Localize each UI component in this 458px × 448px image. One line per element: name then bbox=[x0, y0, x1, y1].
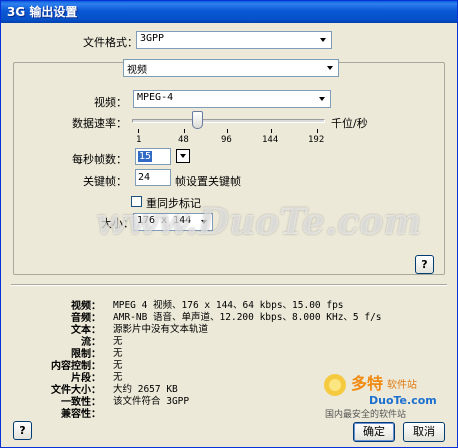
keyframe-field[interactable]: 24 bbox=[135, 169, 171, 186]
summary-value: 源影片中没有文本轨道 bbox=[113, 324, 209, 335]
codec-value: MPEG-4 bbox=[137, 92, 174, 103]
logo-text: 多特 bbox=[351, 374, 383, 393]
divider bbox=[11, 284, 447, 286]
size-label: 大小： bbox=[101, 217, 134, 230]
track-select[interactable]: 视频 bbox=[123, 59, 339, 77]
fps-label: 每秒帧数： bbox=[72, 153, 127, 166]
keyframe-suffix: 帧设置关键帧 bbox=[175, 175, 241, 188]
cancel-button[interactable]: 取消 bbox=[403, 422, 445, 442]
codec-select[interactable]: MPEG-4 bbox=[133, 90, 331, 108]
fps-field[interactable]: 15 bbox=[135, 148, 171, 165]
title-bar: 3G 输出设置 bbox=[1, 1, 457, 23]
tick-label: 144 bbox=[262, 135, 279, 145]
size-select[interactable]: 176 x 144 bbox=[133, 213, 213, 231]
codec-label: 视频： bbox=[94, 96, 127, 109]
summary-key: 兼容性： bbox=[61, 409, 101, 420]
keyframe-label: 关键帧： bbox=[83, 175, 127, 188]
rate-unit: 千位/秒 bbox=[331, 117, 368, 130]
rate-label: 数据速率： bbox=[72, 117, 127, 130]
sync-label: 重同步标记 bbox=[146, 197, 201, 210]
logo-url: DuoTe.com bbox=[369, 394, 437, 407]
tick-mark bbox=[227, 129, 228, 133]
rate-slider-thumb[interactable] bbox=[192, 111, 203, 129]
fps-dropdown-button[interactable] bbox=[176, 149, 190, 163]
tick-label: 192 bbox=[308, 135, 325, 145]
output-settings-dialog: 3G 输出设置 文件格式： 3GPP 视频 视频： MPEG-4 数据速率： 千… bbox=[0, 0, 458, 448]
help-button[interactable]: ? bbox=[13, 421, 32, 440]
chevron-down-icon[interactable] bbox=[322, 60, 338, 76]
tick-label: 48 bbox=[178, 135, 189, 145]
tick-label: 1 bbox=[136, 135, 142, 145]
format-value: 3GPP bbox=[140, 33, 165, 44]
chevron-down-icon[interactable] bbox=[315, 32, 331, 48]
chevron-down-icon[interactable] bbox=[196, 214, 212, 230]
tick-mark bbox=[271, 129, 272, 133]
tick-mark bbox=[317, 129, 318, 133]
help-button[interactable]: ? bbox=[415, 255, 434, 274]
fps-value: 15 bbox=[138, 151, 153, 162]
chevron-down-icon[interactable] bbox=[314, 91, 330, 107]
rate-slider-track[interactable] bbox=[132, 119, 325, 123]
summary-value: 该文件符合 3GPP bbox=[113, 396, 190, 407]
tick-label: 96 bbox=[221, 135, 232, 145]
format-label: 文件格式： bbox=[83, 36, 138, 49]
logo-subtitle: 软件站 bbox=[387, 378, 417, 391]
duote-logo: 多特 软件站 DuoTe.com 国内最安全的软件站 bbox=[324, 374, 437, 419]
sync-checkbox[interactable] bbox=[131, 196, 142, 207]
logo-caption: 国内最安全的软件站 bbox=[325, 408, 406, 419]
track-value: 视频 bbox=[127, 65, 147, 76]
size-value: 176 x 144 bbox=[137, 215, 192, 226]
tick-mark bbox=[184, 129, 185, 133]
ok-button[interactable]: 确定 bbox=[353, 422, 395, 442]
tick-mark bbox=[138, 129, 139, 133]
format-select[interactable]: 3GPP bbox=[136, 31, 332, 49]
